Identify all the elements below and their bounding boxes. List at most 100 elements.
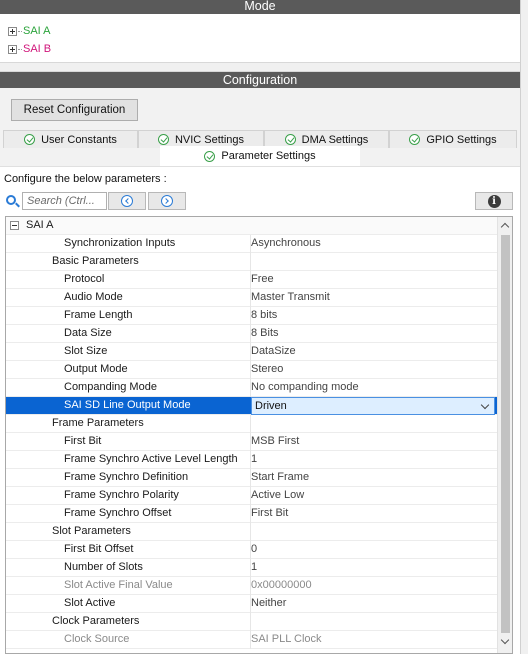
info-button[interactable]: i xyxy=(475,192,513,210)
mode-item-sai-a[interactable]: SAI A xyxy=(8,24,51,38)
param-value[interactable]: 8 Bits xyxy=(251,325,279,343)
scroll-down-icon[interactable] xyxy=(500,635,510,645)
search-input[interactable] xyxy=(22,192,107,210)
expand-icon[interactable] xyxy=(8,44,17,54)
tab-user-constants[interactable]: User Constants xyxy=(3,130,138,148)
param-name: Frame Synchro Active Level Length xyxy=(64,453,238,465)
check-circle-icon xyxy=(157,134,169,145)
param-name: Output Mode xyxy=(64,363,128,375)
param-value[interactable]: Free xyxy=(251,271,274,289)
param-row[interactable]: Number of Slots 1 xyxy=(6,559,497,577)
search-next-button[interactable] xyxy=(148,192,186,210)
param-value[interactable]: First Bit xyxy=(251,505,288,523)
param-row[interactable]: First Bit Offset 0 xyxy=(6,541,497,559)
param-value[interactable]: Start Frame xyxy=(251,469,309,487)
reset-configuration-button[interactable]: Reset Configuration xyxy=(11,99,138,121)
param-row[interactable]: Frame Synchro Definition Start Frame xyxy=(6,469,497,487)
param-row[interactable]: Frame Synchro Offset First Bit xyxy=(6,505,497,523)
mode-panel: SAI A SAI B xyxy=(0,14,520,68)
param-row[interactable]: Output Mode Stereo xyxy=(6,361,497,379)
expand-icon[interactable] xyxy=(8,26,17,36)
param-row[interactable]: Synchronization Inputs Asynchronous xyxy=(6,235,497,253)
param-name: Data Size xyxy=(64,327,112,339)
tree-connector xyxy=(18,48,22,50)
param-value[interactable]: MSB First xyxy=(251,433,299,451)
param-group-row[interactable]: Basic Parameters xyxy=(6,253,497,271)
param-value[interactable]: 1 xyxy=(251,559,257,577)
param-name: Slot Parameters xyxy=(52,525,131,537)
param-value: 0x00000000 xyxy=(251,579,312,591)
param-value[interactable]: Active Low xyxy=(251,487,304,505)
check-circle-icon xyxy=(204,150,216,162)
param-group-row[interactable]: Slot Parameters xyxy=(6,523,497,541)
param-group-row[interactable]: Clock Parameters xyxy=(6,613,497,631)
chevron-down-icon[interactable] xyxy=(480,400,490,410)
param-value[interactable]: 8 bits xyxy=(251,307,277,325)
param-name: Slot Size xyxy=(64,345,108,357)
param-value[interactable]: No companding mode xyxy=(251,379,359,397)
tab-parameter-settings[interactable]: Parameter Settings xyxy=(160,146,360,166)
parameter-settings-content: Configure the below parameters : i SAI A… xyxy=(0,166,520,654)
param-row[interactable]: Frame Length 8 bits xyxy=(6,307,497,325)
param-name: Audio Mode xyxy=(64,291,123,303)
param-name: Basic Parameters xyxy=(52,255,139,267)
tab-label: GPIO Settings xyxy=(426,133,497,146)
param-name: Slot Active Final Value xyxy=(64,579,173,591)
param-name: Frame Synchro Polarity xyxy=(64,489,179,501)
tab-label: User Constants xyxy=(41,133,117,146)
vertical-scrollbar[interactable] xyxy=(497,217,512,653)
tab-label: DMA Settings xyxy=(301,133,369,146)
search-previous-button[interactable] xyxy=(108,192,146,210)
param-row[interactable]: SAI SD Line Output Mode Driven xyxy=(6,397,497,415)
param-row[interactable]: First Bit MSB First xyxy=(6,433,497,451)
group-row-sai-a[interactable]: SAI A xyxy=(6,217,497,235)
param-row[interactable]: Audio Mode Master Transmit xyxy=(6,289,497,307)
panel-splitter[interactable] xyxy=(0,62,528,72)
param-name: SAI SD Line Output Mode xyxy=(64,399,191,411)
param-row[interactable]: Clock Source SAI PLL Clock xyxy=(6,631,497,649)
collapse-icon[interactable] xyxy=(10,221,19,230)
param-name: Frame Synchro Definition xyxy=(64,471,189,483)
param-group-row[interactable]: Frame Parameters xyxy=(6,415,497,433)
param-row[interactable]: Slot Active Neither xyxy=(6,595,497,613)
param-row[interactable]: Slot Size DataSize xyxy=(6,343,497,361)
column-divider xyxy=(250,415,251,433)
scroll-up-icon[interactable] xyxy=(500,222,510,232)
param-value-select[interactable]: Driven xyxy=(251,397,495,415)
tab-label: NVIC Settings xyxy=(174,133,245,146)
tree-connector xyxy=(18,30,22,32)
param-name: Clock Source xyxy=(64,633,130,645)
param-value[interactable]: Neither xyxy=(251,595,286,613)
param-name: Slot Active xyxy=(64,597,116,609)
param-row[interactable]: Protocol Free xyxy=(6,271,497,289)
param-value[interactable]: Master Transmit xyxy=(251,289,330,307)
param-row[interactable]: Frame Synchro Active Level Length 1 xyxy=(6,451,497,469)
tab-label: Parameter Settings xyxy=(221,150,316,162)
check-circle-icon xyxy=(24,134,36,145)
group-label: SAI A xyxy=(26,219,54,231)
param-row[interactable]: Slot Active Final Value 0x00000000 xyxy=(6,577,497,595)
param-value[interactable]: Stereo xyxy=(251,361,283,379)
right-window-edge xyxy=(520,0,528,654)
param-value[interactable]: Asynchronous xyxy=(251,235,321,253)
param-value[interactable]: DataSize xyxy=(251,343,296,361)
param-name: Number of Slots xyxy=(64,561,143,573)
param-value[interactable]: 1 xyxy=(251,451,257,469)
param-name: Frame Parameters xyxy=(52,417,144,429)
param-row[interactable]: Companding Mode No companding mode xyxy=(6,379,497,397)
mode-item-sai-b[interactable]: SAI B xyxy=(8,42,51,56)
param-name: Synchronization Inputs xyxy=(64,237,176,249)
param-row[interactable]: Data Size 8 Bits xyxy=(6,325,497,343)
param-name: Frame Synchro Offset xyxy=(64,507,172,519)
param-name: Companding Mode xyxy=(64,381,157,393)
param-name: Protocol xyxy=(64,273,105,285)
param-name: First Bit Offset xyxy=(64,543,134,555)
tab-gpio-settings[interactable]: GPIO Settings xyxy=(389,130,517,148)
param-value[interactable]: 0 xyxy=(251,541,257,559)
mode-item-label: SAI A xyxy=(23,25,51,37)
mode-item-label: SAI B xyxy=(23,43,52,55)
mode-header: Mode xyxy=(0,0,520,14)
param-row[interactable]: Frame Synchro Polarity Active Low xyxy=(6,487,497,505)
scroll-thumb[interactable] xyxy=(501,235,510,633)
column-divider xyxy=(250,523,251,541)
